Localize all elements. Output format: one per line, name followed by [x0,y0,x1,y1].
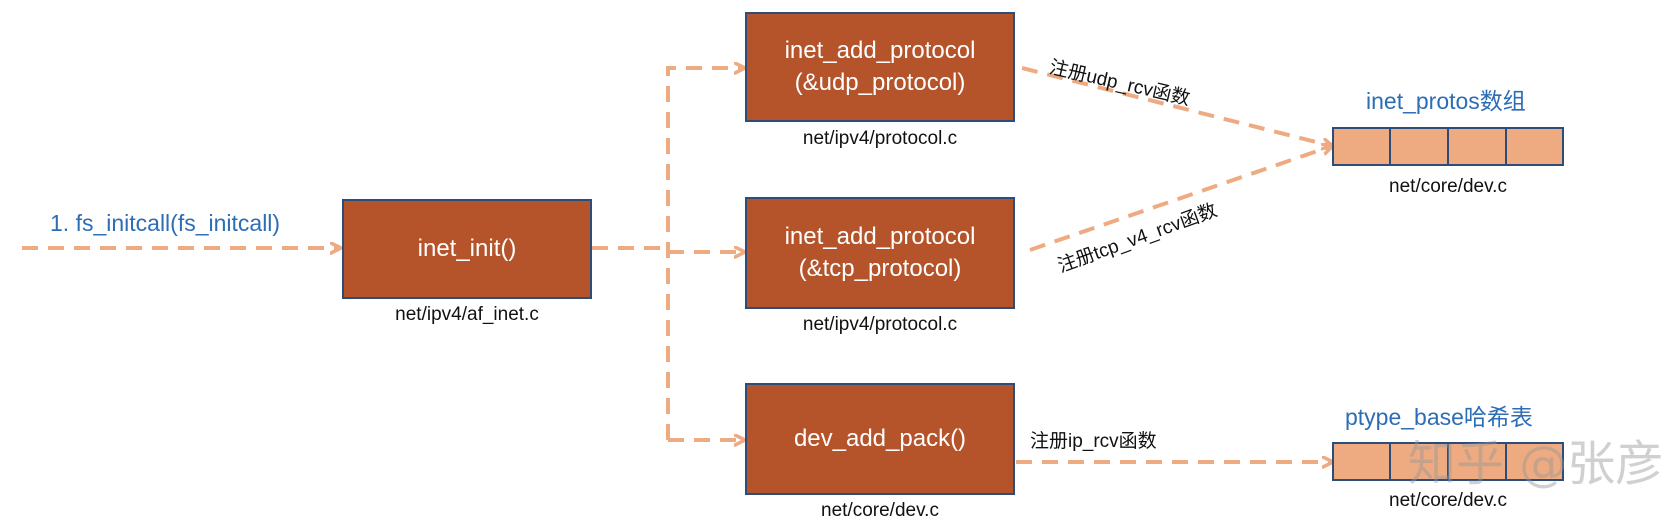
dev-add-pack-label: dev_add_pack() [793,425,967,452]
watermark-text: 知乎 @张彦 [1408,436,1664,492]
tcp-protocol-box: inet_add_protocol (&tcp_protocol) [745,197,1015,309]
udp-protocol-line2: (&udp_protocol) [794,69,966,96]
ip-edge-label: 注册ip_rcv函数 [1030,431,1157,452]
udp-protocol-line1: inet_add_protocol [784,37,976,64]
dev-add-pack-file: net/core/dev.c [821,500,939,521]
array-cell [1332,127,1391,166]
inet-protos-file: net/core/dev.c [1389,176,1507,197]
inet-init-label: inet_init() [417,235,517,262]
hash-cell [1332,442,1391,481]
inet-protos-title: inet_protos数组 [1366,88,1526,114]
udp-protocol-file: net/ipv4/protocol.c [802,128,958,149]
tcp-protocol-file: net/ipv4/protocol.c [802,314,958,335]
tcp-protocol-line1: inet_add_protocol [784,223,976,250]
dev-add-pack-box: dev_add_pack() [745,383,1015,495]
inet-init-file: net/ipv4/af_inet.c [395,304,539,325]
inet-init-box: inet_init() [342,199,592,299]
array-cell [1505,127,1564,166]
tcp-protocol-line2: (&tcp_protocol) [798,255,962,282]
array-cell [1389,127,1449,166]
array-cell [1447,127,1507,166]
entry-label: 1. fs_initcall(fs_initcall) [50,210,281,236]
udp-protocol-box: inet_add_protocol (&udp_protocol) [745,12,1015,122]
